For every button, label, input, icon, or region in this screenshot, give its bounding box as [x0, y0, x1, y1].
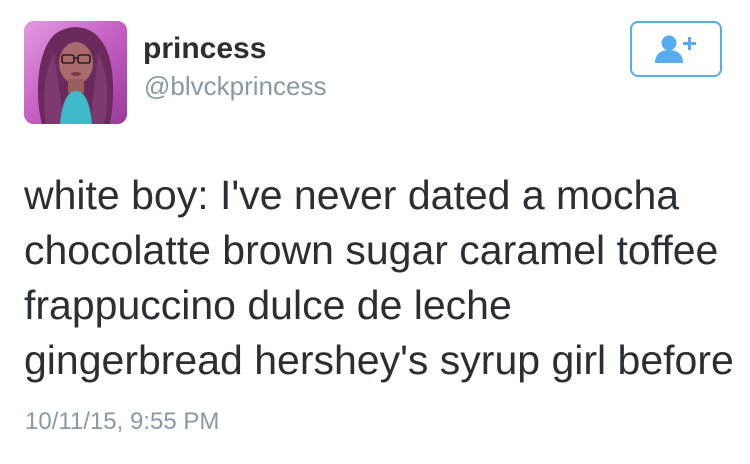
profile-photo-icon	[24, 21, 127, 124]
username-handle[interactable]: @blvckprincess	[144, 73, 326, 99]
avatar[interactable]	[24, 21, 127, 124]
tweet-card: princess @blvckprincess white boy: I've …	[0, 0, 750, 464]
display-name[interactable]: princess	[143, 34, 266, 64]
tweet-timestamp[interactable]: 10/11/15, 9:55 PM	[25, 410, 219, 434]
tweet-text: white boy: I've never dated a mocha choc…	[24, 172, 734, 383]
add-user-icon	[655, 35, 696, 63]
follow-button[interactable]	[630, 21, 722, 77]
